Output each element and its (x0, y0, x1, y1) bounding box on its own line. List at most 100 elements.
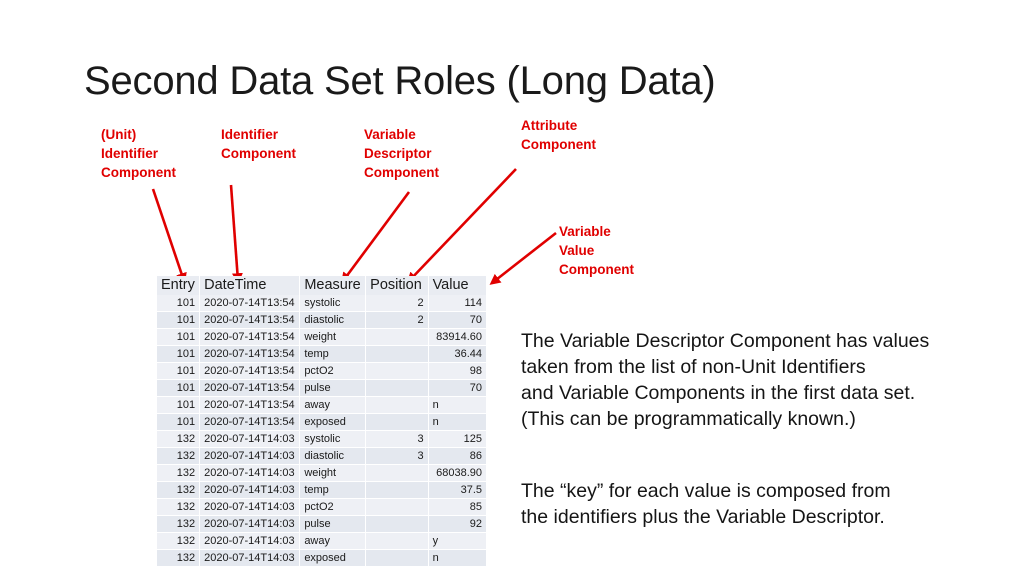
table-row[interactable]: 101 2020-07-14T13:54 pulse 70 (157, 379, 488, 397)
table-cell-entry: 101 (157, 311, 201, 329)
callout-variable-descriptor-component: Variable Descriptor Component (364, 127, 439, 180)
arrow-to-value (489, 231, 557, 285)
table-cell-datetime: 2020-07-14T13:54 (199, 362, 301, 380)
column-header-entry[interactable]: Entry (157, 276, 201, 295)
table-cell-datetime: 2020-07-14T13:54 (199, 295, 301, 312)
callout-unit-identifier-component: (Unit) Identifier Component (101, 127, 176, 180)
arrow-to-position (406, 168, 517, 284)
table-cell-entry: 132 (157, 498, 201, 516)
column-header-datetime[interactable]: DateTime (199, 276, 301, 295)
table-cell-entry: 132 (157, 447, 201, 465)
table-cell-measure: diastolic (299, 311, 367, 329)
table-cell-value: 36.44 (428, 345, 488, 363)
table-cell-position: 3 (365, 430, 429, 448)
table-cell-measure: diastolic (299, 447, 367, 465)
table-header-row: Entry DateTime Measure Position Value (157, 276, 488, 295)
table-cell-position (365, 362, 429, 380)
table-row[interactable]: 132 2020-07-14T14:03 systolic 3 125 (157, 430, 488, 448)
table-cell-entry: 101 (157, 362, 201, 380)
table-cell-position (365, 396, 429, 414)
table-cell-measure: systolic (299, 295, 367, 312)
table-cell-value: n (428, 413, 488, 431)
table-cell-measure: pctO2 (299, 498, 367, 516)
table-cell-entry: 101 (157, 295, 201, 312)
table-cell-value: 83914.60 (428, 328, 488, 346)
table-cell-measure: weight (299, 328, 367, 346)
table-cell-datetime: 2020-07-14T13:54 (199, 396, 301, 414)
arrow-to-entry (151, 188, 187, 284)
table-cell-entry: 101 (157, 379, 201, 397)
table-cell-position (365, 498, 429, 516)
table-cell-position (365, 379, 429, 397)
table-row[interactable]: 132 2020-07-14T14:03 diastolic 3 86 (157, 447, 488, 465)
table-cell-measure: away (299, 532, 367, 550)
table-cell-position: 2 (365, 295, 429, 312)
table-row[interactable]: 101 2020-07-14T13:54 diastolic 2 70 (157, 311, 488, 329)
table-cell-measure: systolic (299, 430, 367, 448)
table-cell-entry: 132 (157, 481, 201, 499)
arrow-to-measure (341, 191, 411, 284)
table-row[interactable]: 101 2020-07-14T13:54 pctO2 98 (157, 362, 488, 380)
callout-variable-value-component: Variable Value Component (559, 224, 634, 277)
table-row[interactable]: 101 2020-07-14T13:54 systolic 2 114 (157, 295, 488, 312)
table-cell-value: y (428, 532, 488, 550)
table-cell-datetime: 2020-07-14T13:54 (199, 328, 301, 346)
table-cell-value: 85 (428, 498, 488, 516)
table-cell-measure: exposed (299, 413, 367, 431)
body-paragraph-descriptor-explanation: The Variable Descriptor Component has va… (521, 330, 930, 430)
table-cell-entry: 132 (157, 549, 201, 567)
table-cell-entry: 132 (157, 515, 201, 533)
table-cell-measure: pctO2 (299, 362, 367, 380)
table-cell-position (365, 532, 429, 550)
table-cell-position (365, 464, 429, 482)
table-cell-datetime: 2020-07-14T13:54 (199, 311, 301, 329)
table-cell-value: n (428, 396, 488, 414)
table-row[interactable]: 101 2020-07-14T13:54 exposed n (157, 413, 488, 431)
table-cell-entry: 101 (157, 345, 201, 363)
column-header-value[interactable]: Value (428, 276, 488, 295)
table-row[interactable]: 132 2020-07-14T14:03 temp 37.5 (157, 481, 488, 499)
table-cell-datetime: 2020-07-14T14:03 (199, 549, 301, 567)
table-cell-value: 70 (428, 311, 488, 329)
table-cell-datetime: 2020-07-14T14:03 (199, 515, 301, 533)
table-cell-value: 70 (428, 379, 488, 397)
table-cell-value: 68038.90 (428, 464, 488, 482)
table-cell-entry: 101 (157, 413, 201, 431)
table-cell-datetime: 2020-07-14T13:54 (199, 345, 301, 363)
table-cell-position (365, 413, 429, 431)
table-cell-position (365, 345, 429, 363)
table-cell-value: 114 (428, 295, 488, 312)
table-row[interactable]: 132 2020-07-14T14:03 pctO2 85 (157, 498, 488, 516)
table-cell-position (365, 549, 429, 567)
table-row[interactable]: 132 2020-07-14T14:03 pulse 92 (157, 515, 488, 533)
table-row[interactable]: 101 2020-07-14T13:54 weight 83914.60 (157, 328, 488, 346)
table-cell-entry: 132 (157, 430, 201, 448)
table-cell-position (365, 481, 429, 499)
table-row[interactable]: 132 2020-07-14T14:03 away y (157, 532, 488, 550)
table-cell-measure: temp (299, 481, 367, 499)
table-cell-entry: 132 (157, 464, 201, 482)
table-body: 101 2020-07-14T13:54 systolic 2 114 101 2020-0… (157, 295, 488, 567)
table-cell-value: 125 (428, 430, 488, 448)
table-cell-position (365, 328, 429, 346)
table-cell-datetime: 2020-07-14T14:03 (199, 481, 301, 499)
table-row[interactable]: 101 2020-07-14T13:54 temp 36.44 (157, 345, 488, 363)
table-row[interactable]: 132 2020-07-14T14:03 weight 68038.90 (157, 464, 488, 482)
table-cell-value: 92 (428, 515, 488, 533)
table-cell-measure: pulse (299, 379, 367, 397)
page-title: Second Data Set Roles (Long Data) (84, 59, 716, 103)
table-row[interactable]: 132 2020-07-14T14:03 exposed n (157, 549, 488, 567)
column-header-measure[interactable]: Measure (299, 276, 367, 295)
arrow-to-datetime (229, 184, 243, 285)
column-header-position[interactable]: Position (365, 276, 429, 295)
table-cell-measure: exposed (299, 549, 367, 567)
callout-attribute-component: Attribute Component (521, 118, 596, 152)
table-cell-datetime: 2020-07-14T14:03 (199, 447, 301, 465)
table-cell-entry: 132 (157, 532, 201, 550)
table-row[interactable]: 101 2020-07-14T13:54 away n (157, 396, 488, 414)
body-paragraph-key-explanation: The “key” for each value is composed fro… (521, 480, 891, 528)
table-cell-datetime: 2020-07-14T14:03 (199, 464, 301, 482)
table-cell-value: n (428, 549, 488, 567)
table-cell-measure: weight (299, 464, 367, 482)
table-cell-position (365, 515, 429, 533)
